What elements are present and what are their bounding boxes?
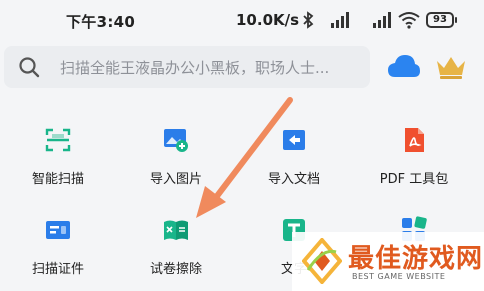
status-bar: 下午3:40 10.0K/s 93 <box>0 0 484 40</box>
game-site-logo-icon <box>302 238 342 284</box>
signal-icon <box>331 12 349 28</box>
import-image-icon <box>154 118 198 162</box>
pdf-toolkit-icon <box>392 118 436 162</box>
cloud-icon[interactable] <box>387 53 421 81</box>
search-input[interactable]: 扫描全能王液晶办公小黑板，职场人士... <box>4 46 370 88</box>
tool-scan-id[interactable]: 扫描证件 <box>6 208 106 288</box>
network-speed: 10.0K/s <box>236 11 300 29</box>
tool-label: 扫描证件 <box>31 262 84 277</box>
import-document-icon <box>272 118 316 162</box>
smart-scan-icon <box>36 118 80 162</box>
scan-id-icon <box>36 208 80 252</box>
tool-label: 智能扫描 <box>31 172 84 187</box>
bluetooth-icon <box>303 11 314 29</box>
crown-icon[interactable] <box>434 54 468 80</box>
search-placeholder: 扫描全能王液晶办公小黑板，职场人士... <box>60 59 330 77</box>
watermark-title: 最佳游戏网 <box>348 244 484 274</box>
watermark-subtitle: BEST GAME WEBSITE <box>352 272 446 281</box>
watermark: 最佳游戏网 BEST GAME WEBSITE <box>292 232 484 291</box>
exam-erase-icon <box>154 208 198 252</box>
tool-import-image[interactable]: 导入图片 <box>124 118 224 198</box>
tool-smart-scan[interactable]: 智能扫描 <box>6 118 106 198</box>
signal-icon <box>373 12 391 28</box>
wifi-icon <box>398 12 420 29</box>
tool-label: 导入图片 <box>149 172 202 187</box>
tool-label: 试卷擦除 <box>149 262 202 277</box>
tool-import-document[interactable]: 导入文档 <box>242 118 342 198</box>
battery-indicator: 93 <box>426 12 457 28</box>
status-time: 下午3:40 <box>66 13 136 31</box>
tool-pdf-toolkit[interactable]: PDF 工具包 <box>362 118 462 198</box>
tool-label: PDF 工具包 <box>379 172 449 187</box>
tool-label: 导入文档 <box>267 172 320 187</box>
search-icon <box>19 57 40 78</box>
tool-exam-erase[interactable]: 试卷擦除 <box>124 208 224 288</box>
